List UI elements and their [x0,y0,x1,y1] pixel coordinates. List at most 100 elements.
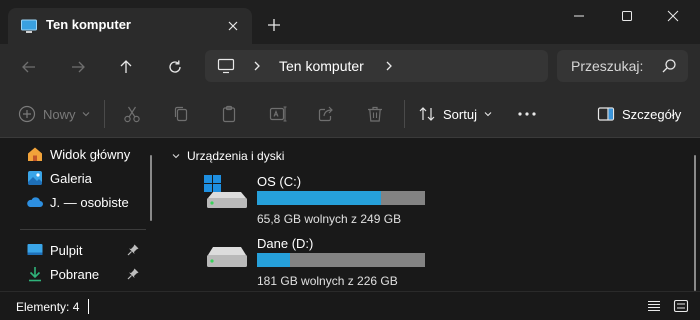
new-tab-button[interactable] [262,13,286,37]
tiles-view-button[interactable] [671,297,691,315]
chevron-down-icon [82,112,89,117]
content-pane: Urządzenia i dyski OS (C:) 65,8 GB wolny… [161,139,700,291]
home-icon [26,145,44,163]
drive-usage-bar [257,191,425,205]
maximize-icon [622,11,632,21]
tab-this-pc[interactable]: Ten komputer [8,8,252,44]
chevron-down-icon [484,112,492,117]
sidebar-item-label: Pobrane [50,266,100,282]
breadcrumb-chevron-icon[interactable] [383,58,395,74]
back-button[interactable] [16,54,42,80]
title-bar: Ten komputer [0,0,700,44]
navigation-bar: Ten komputer Przeszukaj: [0,44,700,90]
close-icon[interactable] [224,17,242,35]
desktop-icon [26,241,44,259]
forward-button[interactable] [65,54,91,80]
paste-button[interactable] [219,102,239,126]
new-button-label: Nowy [43,106,76,122]
drive-free-space: 181 GB wolnych z 226 GB [257,274,398,288]
search-icon [662,59,676,73]
more-icon [518,112,536,116]
tiles-view-icon [673,299,689,313]
minimize-icon [574,15,584,17]
drive-icon [207,247,247,267]
back-arrow-icon [22,61,35,73]
pin-icon[interactable] [126,267,140,281]
drive-usage-fill [257,253,291,267]
delete-button[interactable] [365,102,385,126]
sort-button[interactable]: Sortuj [418,102,494,126]
breadcrumb-chevron-icon[interactable] [251,58,263,74]
item-count: Elementy: 4 [16,300,80,314]
plus-icon [268,19,280,31]
drive-item-c[interactable]: OS (C:) 65,8 GB wolnych z 249 GB [203,174,443,228]
close-window-button[interactable] [650,0,696,32]
downloads-icon [26,265,44,283]
navigation-pane: Widok główny Galeria J. — osobiste Pulpi… [0,139,160,291]
drive-name: OS (C:) [257,174,302,189]
paste-icon [222,105,236,123]
toolbar-divider [104,100,105,128]
status-separator [88,299,89,314]
sidebar-item-downloads[interactable]: Pobrane [26,263,99,285]
drive-usage-bar [257,253,425,267]
sidebar-item-gallery[interactable]: Galeria [26,167,92,189]
details-pane-button[interactable]: Szczegóły [597,102,681,126]
command-bar: Nowy Sortuj Szczegóły [0,90,700,138]
toolbar-divider [404,100,405,128]
group-header-label: Urządzenia i dyski [187,149,285,163]
breadcrumb-this-pc[interactable]: Ten komputer [279,58,364,74]
minimize-button[interactable] [556,0,602,32]
tab-title: Ten komputer [46,17,131,32]
details-pane-label: Szczegóły [622,106,682,122]
search-box[interactable]: Przeszukaj: [557,50,688,82]
drive-usage-fill [257,191,381,205]
drive-item-d[interactable]: Dane (D:) 181 GB wolnych z 226 GB [203,236,443,290]
share-button[interactable] [316,102,336,126]
maximize-button[interactable] [604,0,650,32]
drive-name: Dane (D:) [257,236,314,251]
details-view-button[interactable] [644,297,664,315]
sidebar-item-label: Widok główny [50,146,131,162]
onedrive-icon [26,193,44,211]
sidebar-scrollbar[interactable] [150,155,152,221]
sidebar-item-desktop[interactable]: Pulpit [26,239,83,261]
sidebar-item-label: Galeria [50,170,92,186]
refresh-button[interactable] [162,54,188,80]
copy-icon [174,106,188,122]
this-pc-icon [217,58,235,74]
pin-icon[interactable] [126,243,140,257]
refresh-icon [169,60,181,73]
gallery-icon [26,169,44,187]
share-icon [318,106,333,122]
list-view-icon [648,300,660,312]
up-arrow-icon [120,60,132,73]
details-pane-icon [597,107,615,121]
cut-icon [124,106,140,123]
group-header-devices[interactable]: Urządzenia i dyski [171,149,284,163]
system-drive-icon [204,175,247,208]
new-button[interactable]: Nowy [18,102,92,126]
sidebar-item-label: J. — osobiste [50,194,129,210]
rename-button[interactable] [268,102,288,126]
delete-icon [368,106,382,122]
search-input[interactable]: Przeszukaj: [571,58,643,74]
sort-button-label: Sortuj [443,106,477,122]
content-scrollbar[interactable] [694,155,696,291]
address-bar[interactable]: Ten komputer [205,50,548,82]
more-options-button[interactable] [516,102,538,126]
drive-free-space: 65,8 GB wolnych z 249 GB [257,212,402,226]
sidebar-item-label: Pulpit [50,242,83,258]
sidebar-item-onedrive[interactable]: J. — osobiste [26,191,129,213]
up-button[interactable] [113,54,139,80]
sort-icon [419,107,435,121]
sidebar-item-home[interactable]: Widok główny [26,143,130,165]
close-icon [667,10,679,22]
rename-icon [269,106,287,122]
chevron-down-icon [172,154,180,159]
forward-arrow-icon [72,61,85,73]
copy-button[interactable] [171,102,191,126]
cut-button[interactable] [122,102,142,126]
sidebar-divider [20,229,146,230]
status-bar: Elementy: 4 [0,291,700,320]
